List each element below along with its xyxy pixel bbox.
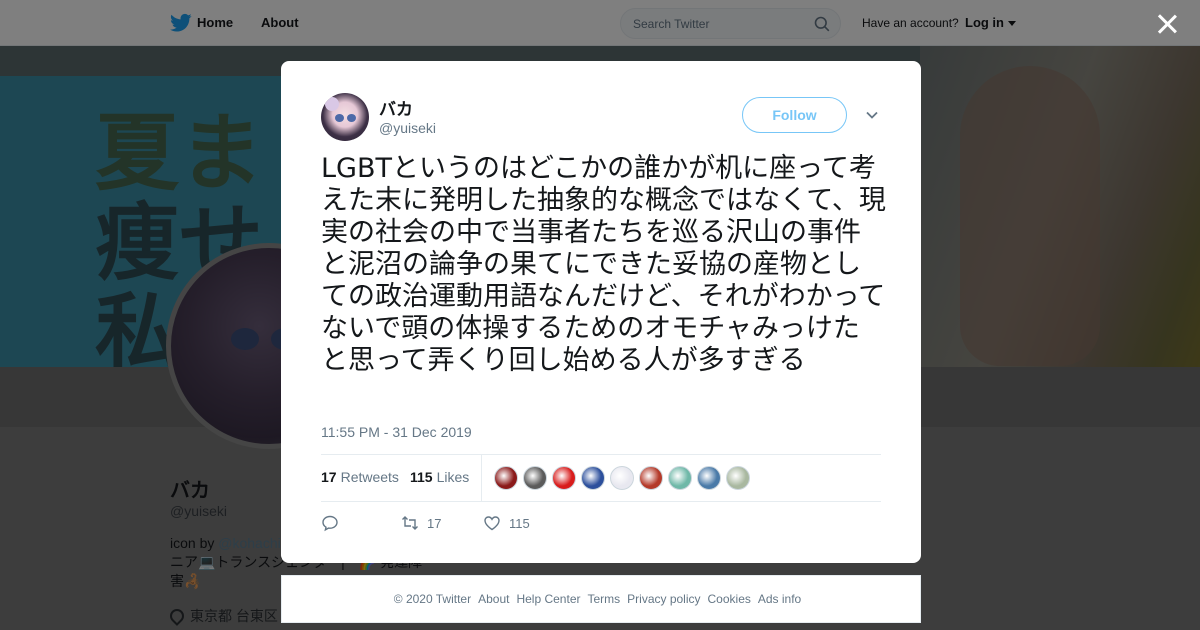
heart-icon — [484, 516, 500, 531]
liker-avatar[interactable] — [726, 466, 750, 490]
liker-avatar[interactable] — [581, 466, 605, 490]
liker-avatar[interactable] — [523, 466, 547, 490]
retweets-stat[interactable]: 17 Retweets — [321, 469, 399, 485]
liker-avatar[interactable] — [494, 466, 518, 490]
like-button[interactable]: 115 — [483, 511, 530, 535]
footer-privacy-link[interactable]: Privacy policy — [627, 592, 700, 606]
footer-terms-link[interactable]: Terms — [587, 592, 620, 606]
like-count: 115 — [509, 515, 530, 531]
retweets-count: 17 — [321, 469, 337, 485]
footer-ads-link[interactable]: Ads info — [758, 592, 801, 606]
avatar-eye — [347, 114, 356, 122]
footer-about-link[interactable]: About — [478, 592, 509, 606]
tweet-text: LGBTというのはどこかの誰かが机に座って考えた末に発明した抽象的な概念ではなく… — [321, 153, 886, 376]
likes-stat[interactable]: 115 Likes — [410, 469, 469, 485]
footer-copyright: © 2020 Twitter — [393, 592, 472, 606]
tweet-author-avatar[interactable] — [321, 93, 369, 141]
tweet-timestamp[interactable]: 11:55 PM - 31 Dec 2019 — [321, 424, 472, 440]
tweet-author-name[interactable]: バカ — [379, 95, 413, 120]
footer: © 2020 Twitter About Help Center Terms P… — [281, 575, 921, 623]
liker-avatar[interactable] — [639, 466, 663, 490]
liker-avatar[interactable] — [668, 466, 692, 490]
close-icon[interactable] — [1155, 12, 1179, 36]
likes-label: Likes — [436, 469, 470, 485]
follow-button[interactable]: Follow — [742, 97, 847, 133]
tweet-modal: バカ @yuiseki Follow LGBTというのはどこかの誰かが机に座って… — [281, 61, 921, 563]
tweet-stats: 17 Retweets 115 Likes — [321, 454, 881, 502]
tweet-actions: 17 115 — [321, 511, 881, 535]
retweet-icon — [402, 516, 418, 530]
reply-button[interactable] — [321, 511, 347, 535]
stats-divider — [481, 455, 482, 501]
avatar-eye — [335, 114, 344, 122]
modal-backdrop-top — [0, 0, 1200, 46]
likes-count: 115 — [410, 469, 433, 485]
footer-help-link[interactable]: Help Center — [516, 592, 580, 606]
avatar-flower — [325, 97, 339, 111]
retweet-count: 17 — [427, 515, 442, 531]
reply-icon — [322, 515, 338, 532]
tweet-author-handle[interactable]: @yuiseki — [379, 120, 436, 136]
footer-cookies-link[interactable]: Cookies — [708, 592, 751, 606]
chevron-down-icon[interactable] — [865, 108, 879, 122]
retweet-button[interactable]: 17 — [401, 511, 441, 535]
liker-avatar[interactable] — [552, 466, 576, 490]
liker-avatar[interactable] — [610, 466, 634, 490]
retweets-label: Retweets — [340, 469, 399, 485]
liker-avatar[interactable] — [697, 466, 721, 490]
